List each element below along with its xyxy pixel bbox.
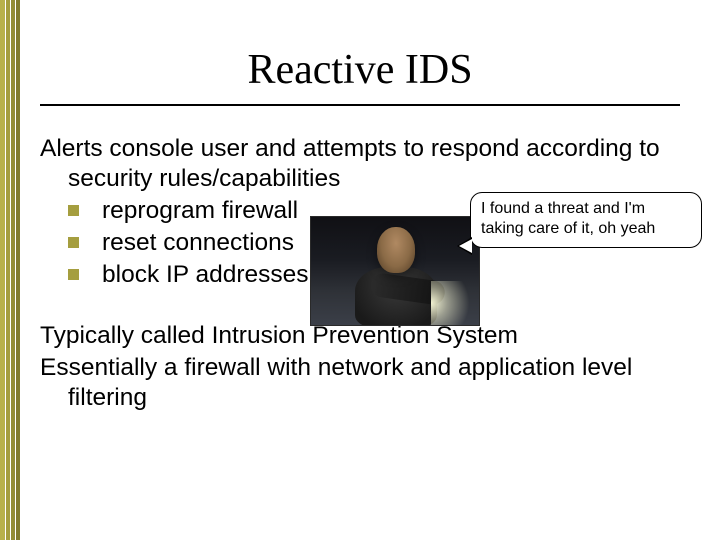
speech-bubble-tail: [457, 237, 472, 255]
slide: Reactive IDS Alerts console user and att…: [0, 0, 720, 540]
speech-text: I found a threat and I'm taking care of …: [481, 200, 655, 237]
threat-image: [310, 216, 480, 326]
intro-text: Alerts console user and attempts to resp…: [40, 134, 680, 194]
bullet-text: block IP addresses: [102, 261, 309, 288]
title-underline: [40, 104, 680, 106]
bullet-text: reprogram firewall: [102, 197, 298, 224]
speech-bubble: I found a threat and I'm taking care of …: [470, 192, 702, 248]
slide-title: Reactive IDS: [0, 46, 720, 94]
closing-line: Essentially a firewall with network and …: [40, 353, 680, 413]
bullet-text: reset connections: [102, 229, 294, 256]
